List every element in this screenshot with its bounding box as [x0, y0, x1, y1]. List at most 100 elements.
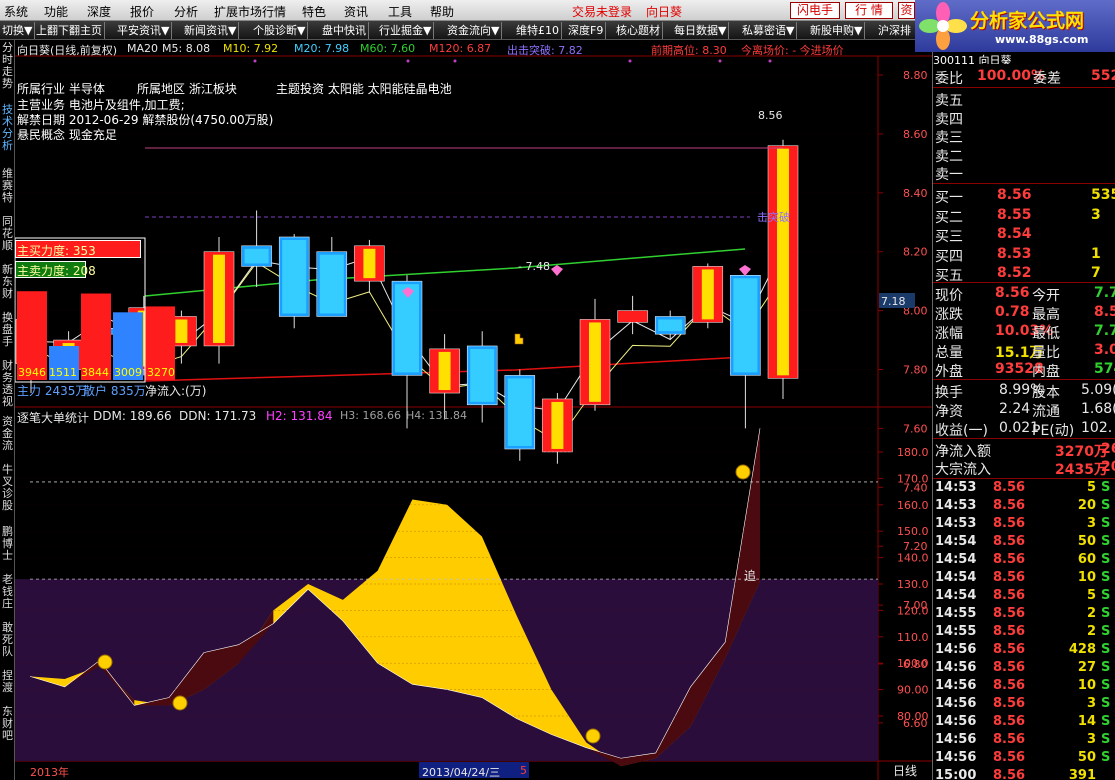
menu-system[interactable]: 系统 — [4, 3, 28, 20]
tick-price: 8.56 — [993, 570, 1026, 585]
toolbar-diagnosis[interactable]: 个股诊断▼ — [251, 22, 309, 39]
buy-level-label: 买四 — [935, 248, 963, 265]
tick-volume: 391 — [1068, 768, 1096, 780]
tab-fund-flow[interactable]: 资金流 — [0, 416, 15, 452]
main-force-flow: 主力 2435万 — [17, 384, 88, 398]
toolbar-private-fund[interactable]: 私募密语▼ — [740, 22, 798, 39]
flash-trade-button[interactable]: 闪电手 — [790, 2, 840, 19]
buy-level-price: 8.53 — [997, 245, 1032, 262]
login-status[interactable]: 交易未登录 — [572, 3, 632, 20]
prev-high-value: 前期高位: 8.30 — [651, 44, 727, 57]
toolbar-pingan-news[interactable]: 平安资讯▼ — [115, 22, 173, 39]
region-info: 所属地区 浙江板块 — [137, 82, 237, 96]
quote-row: 换手 8.99% 股本 5.09( — [933, 381, 1115, 401]
indicator-axis-label: 90.00 — [897, 684, 929, 697]
quote-label: 换手 — [935, 385, 963, 401]
tick-row: 14:53 8.56 20 S — [933, 498, 1115, 516]
tab-weisaite[interactable]: 维赛特 — [0, 168, 15, 204]
tick-time: 14:54 — [935, 534, 977, 549]
candle-highlight — [395, 284, 419, 373]
tick-volume: 3 — [1086, 696, 1096, 711]
chart-area[interactable]: 8.80 8.60 8.40 8.20 8.00 7.80 7.60 7.40 7.20 7.00… — [15, 40, 932, 780]
quote-value: 3.0 — [1094, 342, 1115, 358]
tick-side: S — [1101, 642, 1111, 657]
menu-tools[interactable]: 工具 — [388, 3, 412, 20]
tab-dongcaiba[interactable]: 东财吧 — [0, 706, 15, 742]
menu-depth[interactable]: 深度 — [87, 3, 111, 20]
tick-volume: 60 — [1077, 552, 1096, 567]
tab-tonghuashun[interactable]: 同花顺 — [0, 216, 15, 252]
menu-special[interactable]: 特色 — [302, 3, 326, 20]
menu-function[interactable]: 功能 — [44, 3, 68, 20]
tick-side: S — [1101, 732, 1111, 747]
toolbar-daily-data[interactable]: 每日数据▼ — [672, 22, 730, 39]
candle-body — [617, 310, 648, 323]
toolbar-flash-news[interactable]: 盘中快讯 — [320, 22, 369, 39]
tick-volume: 27 — [1077, 660, 1096, 675]
net-inflow-caption: 净流入:(万) — [145, 384, 207, 398]
quote-row: 涨幅10.03%最低7.7 — [933, 322, 1115, 342]
toolbar-rank[interactable]: 沪深排 — [876, 22, 913, 39]
tick-price: 8.56 — [993, 480, 1026, 495]
tab-finance[interactable]: 财务透视 — [0, 360, 15, 408]
quote-row: 涨跌 0.78最高 8.5 — [933, 303, 1115, 323]
toolbar-page-nav[interactable]: 上翻下翻主页 — [34, 22, 105, 39]
quote-value: 8.5 — [1094, 304, 1115, 320]
tab-laoqianzhuang[interactable]: 老钱庄 — [0, 574, 15, 610]
page-number: 5 — [520, 764, 527, 777]
ma60-value: M60: 7.60 — [360, 42, 416, 55]
price-axis-label: 8.40 — [903, 187, 928, 200]
indicator-axis-label: 140.0 — [897, 552, 929, 565]
stock-header: 300111 向日葵 — [933, 54, 1012, 64]
tick-volume: 5 — [1086, 480, 1096, 495]
period-label[interactable]: 日线 — [893, 762, 917, 779]
tick-volume: 3 — [1086, 732, 1096, 747]
tab-dongcai[interactable]: 新东财 — [0, 264, 15, 300]
toolbar-ipo[interactable]: 新股申购▼ — [808, 22, 866, 39]
toolbar-f10[interactable]: 维特£10 — [514, 22, 562, 39]
menu-quote[interactable]: 报价 — [130, 3, 154, 20]
quote-label: 收益(一) — [935, 423, 988, 439]
tab-niedu[interactable]: 捏渡 — [0, 670, 15, 694]
ma10-value: M10: 7.92 — [223, 42, 279, 55]
theme-info: 主题投资 太阳能 太阳能硅晶电池 — [276, 82, 452, 96]
trade-button[interactable]: 资 — [898, 2, 915, 19]
toolbar-news[interactable]: 新闻资讯▼ — [182, 22, 240, 39]
today-price-value: 今离场价: - 今进场价 — [741, 44, 844, 57]
menu-analysis[interactable]: 分析 — [174, 3, 198, 20]
tab-bull-diagnosis[interactable]: 牛叉诊股 — [0, 464, 15, 512]
toolbar-industry[interactable]: 行业掘金▼ — [377, 22, 435, 39]
tick-time: 14:54 — [935, 570, 977, 585]
tab-technical[interactable]: 技术分析 — [0, 104, 15, 152]
indicator-axis-label: 110.0 — [897, 631, 929, 644]
tick-side: S — [1101, 570, 1111, 585]
menu-extended-market[interactable]: 扩展市场行情 — [214, 3, 286, 20]
quote-button[interactable]: 行 情 — [845, 2, 893, 19]
bulk-inflow-pct: 20 — [1101, 459, 1115, 475]
candle-highlight — [507, 378, 532, 447]
menu-news[interactable]: 资讯 — [344, 3, 368, 20]
tick-time: 14:55 — [935, 624, 977, 639]
tab-turnover[interactable]: 换盘手 — [0, 312, 15, 348]
quote-value: 1.68( — [1081, 401, 1115, 417]
h3-value: H3: 168.66 — [340, 409, 401, 422]
h2-value: H2: 131.84 — [266, 409, 333, 423]
sell-power-label: 主卖力度: 208 — [17, 264, 96, 278]
candle-highlight — [213, 254, 225, 343]
toolbar-fund-flow[interactable]: 资金流向▼ — [445, 22, 503, 39]
indicator-axis-label: 180.0 — [897, 446, 929, 459]
tab-pengboshi[interactable]: 鹏博士 — [0, 526, 15, 562]
toolbar-core-theme[interactable]: 核心题材 — [614, 22, 663, 39]
candle-highlight — [319, 254, 344, 314]
menu-help[interactable]: 帮助 — [430, 3, 454, 20]
candle-highlight — [244, 248, 269, 264]
toolbar-depth-f9[interactable]: 深度F9 — [566, 22, 607, 39]
tick-row: 14:54 8.56 60 S — [933, 552, 1115, 570]
quote-row: 收益(一) 0.021 PE(动) 102. — [933, 419, 1115, 439]
tick-side: S — [1101, 516, 1111, 531]
toolbar-switch[interactable]: 切换▼ — [0, 22, 36, 39]
net-inflow-row: 净流入额 3270万 26 — [933, 440, 1115, 460]
tab-intraday[interactable]: 分时走势 — [0, 42, 15, 90]
quote-label: 涨跌 — [935, 307, 963, 323]
tab-gansidui[interactable]: 敢死队 — [0, 622, 15, 658]
